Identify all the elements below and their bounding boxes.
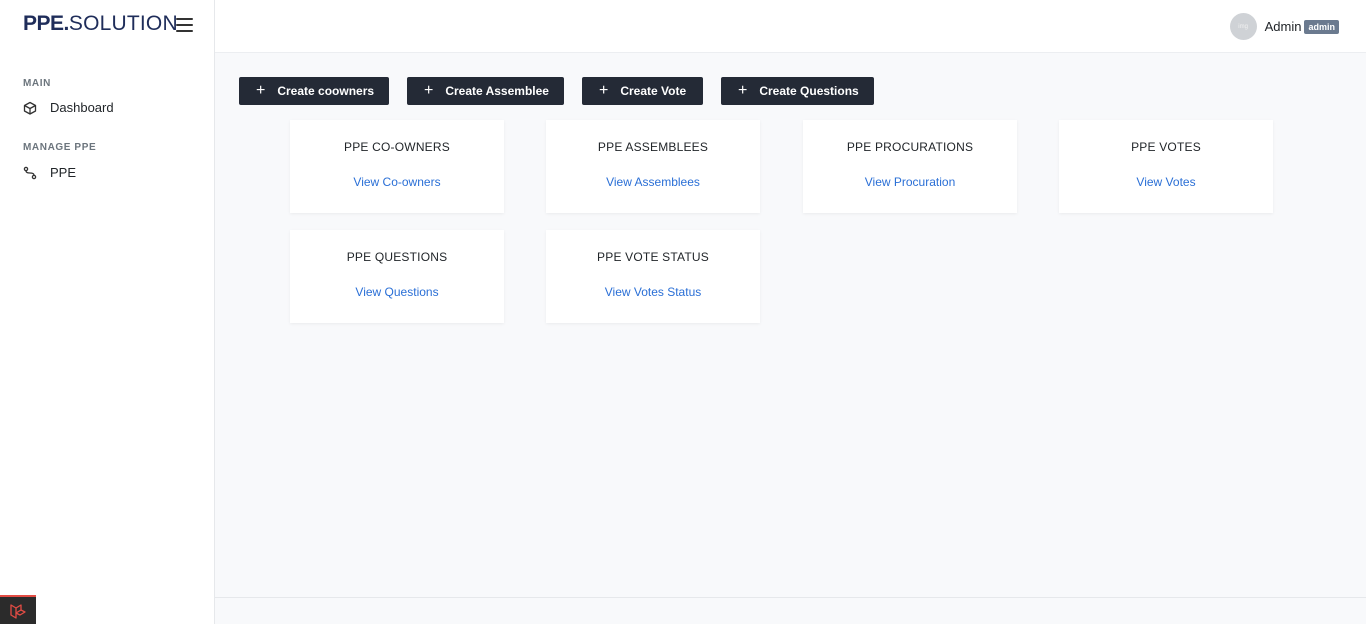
card-questions: PPE QUESTIONS View Questions [290, 230, 504, 323]
create-questions-button[interactable]: + Create Questions [721, 77, 874, 105]
view-co-owners-link[interactable]: View Co-owners [290, 175, 504, 189]
user-name[interactable]: Admin [1265, 19, 1302, 34]
create-questions-label: Create Questions [759, 84, 859, 98]
user-role-badge: admin [1304, 19, 1339, 34]
card-co-owners: PPE CO-OWNERS View Co-owners [290, 120, 504, 213]
sidebar-item-label: PPE [50, 165, 77, 180]
card-assemblees: PPE ASSEMBLEES View Assemblees [546, 120, 760, 213]
view-assemblees-link[interactable]: View Assemblees [546, 175, 760, 189]
card-procurations: PPE PROCURATIONS View Procuration [803, 120, 1017, 213]
card-title: PPE ASSEMBLEES [597, 140, 709, 154]
plus-icon: + [424, 82, 434, 99]
view-votes-link[interactable]: View Votes [1059, 175, 1273, 189]
hamburger-menu-icon[interactable] [176, 18, 193, 32]
card-title: PPE CO-OWNERS [344, 140, 450, 154]
card-title: PPE VOTES [1131, 140, 1201, 154]
card-title: PPE PROCURATIONS [846, 140, 974, 154]
sidebar: PPE. SOLUTION MAIN Dashboard MANAGE PPE … [0, 0, 215, 624]
menu-heading-main: MAIN [23, 78, 51, 89]
plus-icon: + [738, 82, 748, 99]
create-assemblee-label: Create Assemblee [445, 84, 549, 98]
footer-divider [215, 597, 1366, 598]
route-icon [23, 166, 37, 180]
avatar[interactable]: img [1229, 13, 1257, 40]
plus-icon: + [256, 82, 266, 99]
create-assemblee-button[interactable]: + Create Assemblee [407, 77, 564, 105]
plus-icon: + [599, 82, 609, 99]
view-questions-link[interactable]: View Questions [290, 285, 504, 299]
create-vote-button[interactable]: + Create Vote [582, 77, 703, 105]
card-vote-status: PPE VOTE STATUS View Votes Status [546, 230, 760, 323]
user-menu[interactable]: img Admin admin [1229, 13, 1339, 40]
create-coowners-button[interactable]: + Create coowners [239, 77, 389, 105]
menu-heading-manage-ppe: MANAGE PPE [23, 142, 97, 153]
card-title: PPE VOTE STATUS [597, 250, 709, 264]
laravel-logo-icon[interactable] [0, 595, 36, 624]
brand-light: SOLUTION [68, 12, 178, 35]
view-votes-status-link[interactable]: View Votes Status [546, 285, 760, 299]
sidebar-item-label: Dashboard [50, 100, 114, 115]
sidebar-item-ppe[interactable]: PPE [23, 165, 76, 180]
cube-icon [23, 101, 37, 115]
view-procuration-link[interactable]: View Procuration [803, 175, 1017, 189]
card-title: PPE QUESTIONS [346, 250, 448, 264]
create-vote-label: Create Vote [620, 84, 687, 98]
brand-strong: PPE. [23, 12, 69, 35]
card-votes: PPE VOTES View Votes [1059, 120, 1273, 213]
sidebar-item-dashboard[interactable]: Dashboard [23, 100, 114, 115]
brand-logo[interactable]: PPE. SOLUTION [23, 12, 178, 36]
topbar: img Admin admin [215, 0, 1366, 53]
create-coowners-label: Create coowners [277, 84, 375, 98]
